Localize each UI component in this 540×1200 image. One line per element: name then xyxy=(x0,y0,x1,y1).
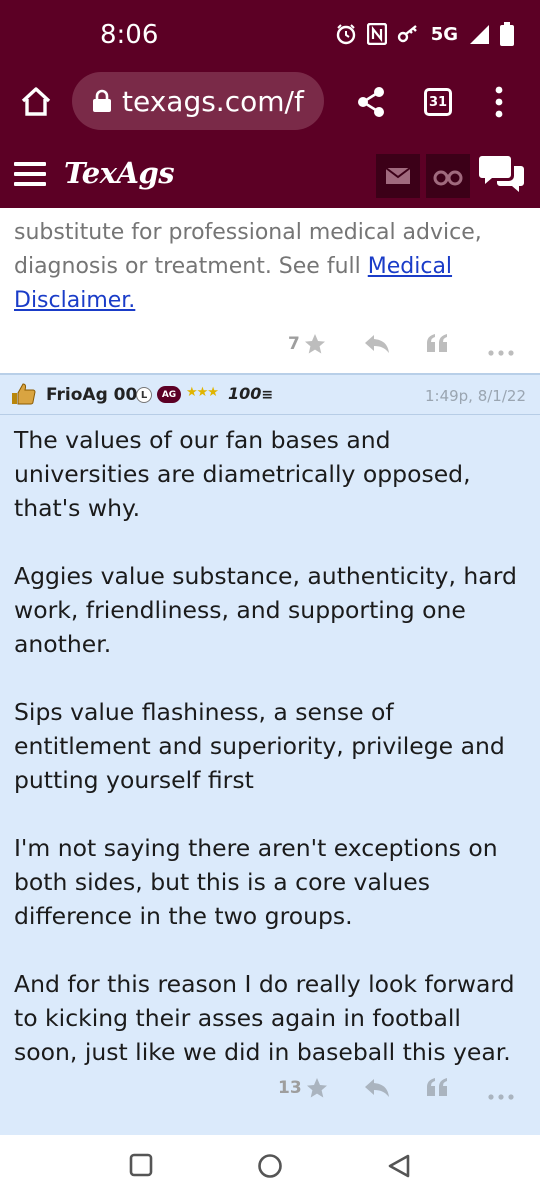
post-paragraph: And for this reason I do really look for… xyxy=(14,970,515,1066)
signal-icon xyxy=(470,25,489,44)
quote-icon xyxy=(427,334,447,352)
battery-icon xyxy=(500,22,514,46)
more-horiz-icon xyxy=(488,1094,514,1100)
alarm-icon xyxy=(336,24,355,45)
hamburger-menu-button[interactable] xyxy=(14,162,46,186)
reply-button[interactable] xyxy=(364,1078,390,1102)
star-icon xyxy=(306,1078,327,1098)
share-icon xyxy=(358,87,384,117)
mail-icon xyxy=(385,167,411,184)
quote-button[interactable] xyxy=(426,333,448,357)
browser-toolbar: texags.com/f 31 xyxy=(0,70,540,138)
nfc-icon xyxy=(366,23,387,45)
post-paragraph: Sips value flashiness, a sense of entitl… xyxy=(14,698,505,794)
reply-icon xyxy=(365,335,389,353)
post-header: FrioAg 00 L AG ★★★ 100≡ 1:49p, 8/1/22 xyxy=(0,375,540,415)
more-menu-button[interactable] xyxy=(494,86,504,122)
home-button[interactable] xyxy=(18,84,54,120)
recents-button[interactable] xyxy=(129,1153,153,1181)
badge-100: 100≡ xyxy=(228,384,274,403)
chat-icon xyxy=(479,156,524,192)
url-text: texags.com/f xyxy=(122,84,304,118)
hamburger-icon xyxy=(14,162,46,166)
status-time: 8:06 xyxy=(100,20,159,50)
recents-icon xyxy=(129,1153,153,1177)
binoculars-icon xyxy=(433,170,463,186)
status-icons: 5G xyxy=(335,22,514,46)
post-body: The values of our fan bases and universi… xyxy=(14,423,530,1103)
home-icon xyxy=(21,87,51,116)
post-paragraph: Aggies value substance, authenticity, ha… xyxy=(14,562,517,658)
system-nav-bar xyxy=(0,1135,540,1200)
star-count: 7 xyxy=(288,334,300,354)
post-paragraph: I'm not saying there aren't exceptions o… xyxy=(14,834,498,930)
badge-l: L xyxy=(136,387,152,403)
username[interactable]: FrioAg 00 xyxy=(46,385,137,405)
more-vert-icon xyxy=(495,86,503,118)
equals-icon: ≡ xyxy=(261,387,274,403)
more-button[interactable] xyxy=(488,341,514,360)
star-count: 13 xyxy=(278,1078,302,1098)
tabs-button[interactable]: 31 xyxy=(424,88,452,116)
post-timestamp: 1:49p, 8/1/22 xyxy=(424,387,526,405)
site-header: TexAgs xyxy=(0,138,540,208)
back-button[interactable] xyxy=(386,1153,412,1183)
forum-post: FrioAg 00 L AG ★★★ 100≡ 1:49p, 8/1/22 Th… xyxy=(0,373,540,1135)
previous-post-text: substitute for professional medical advi… xyxy=(14,216,524,318)
post-paragraph: The values of our fan bases and universi… xyxy=(14,426,471,522)
messages-button[interactable] xyxy=(376,154,420,198)
network-label: 5G xyxy=(430,23,458,45)
reply-button[interactable] xyxy=(364,334,390,358)
reply-icon xyxy=(365,1079,389,1097)
chat-button[interactable] xyxy=(478,152,526,200)
more-horiz-icon xyxy=(488,350,514,356)
star-icon xyxy=(304,334,325,354)
back-icon xyxy=(388,1154,410,1178)
home-circle-icon xyxy=(258,1154,282,1178)
previous-post: substitute for professional medical advi… xyxy=(0,208,540,373)
thumbs-up-icon xyxy=(10,383,36,411)
lock-icon xyxy=(93,89,111,112)
status-bar: 8:06 5G xyxy=(0,0,540,70)
quote-icon xyxy=(427,1078,447,1096)
key-icon xyxy=(397,25,417,43)
site-logo[interactable]: TexAgs xyxy=(64,156,175,190)
post-actions: 13 xyxy=(0,1069,540,1109)
more-button[interactable] xyxy=(488,1085,514,1104)
home-nav-button[interactable] xyxy=(257,1153,283,1183)
rank-stars: ★★★ xyxy=(186,385,219,400)
badge-ag: AG xyxy=(157,386,181,403)
share-button[interactable] xyxy=(356,86,386,122)
tab-count: 31 xyxy=(428,94,448,110)
address-bar[interactable]: texags.com/f xyxy=(72,72,324,130)
watchlist-button[interactable] xyxy=(426,154,470,198)
quote-button[interactable] xyxy=(426,1077,448,1101)
